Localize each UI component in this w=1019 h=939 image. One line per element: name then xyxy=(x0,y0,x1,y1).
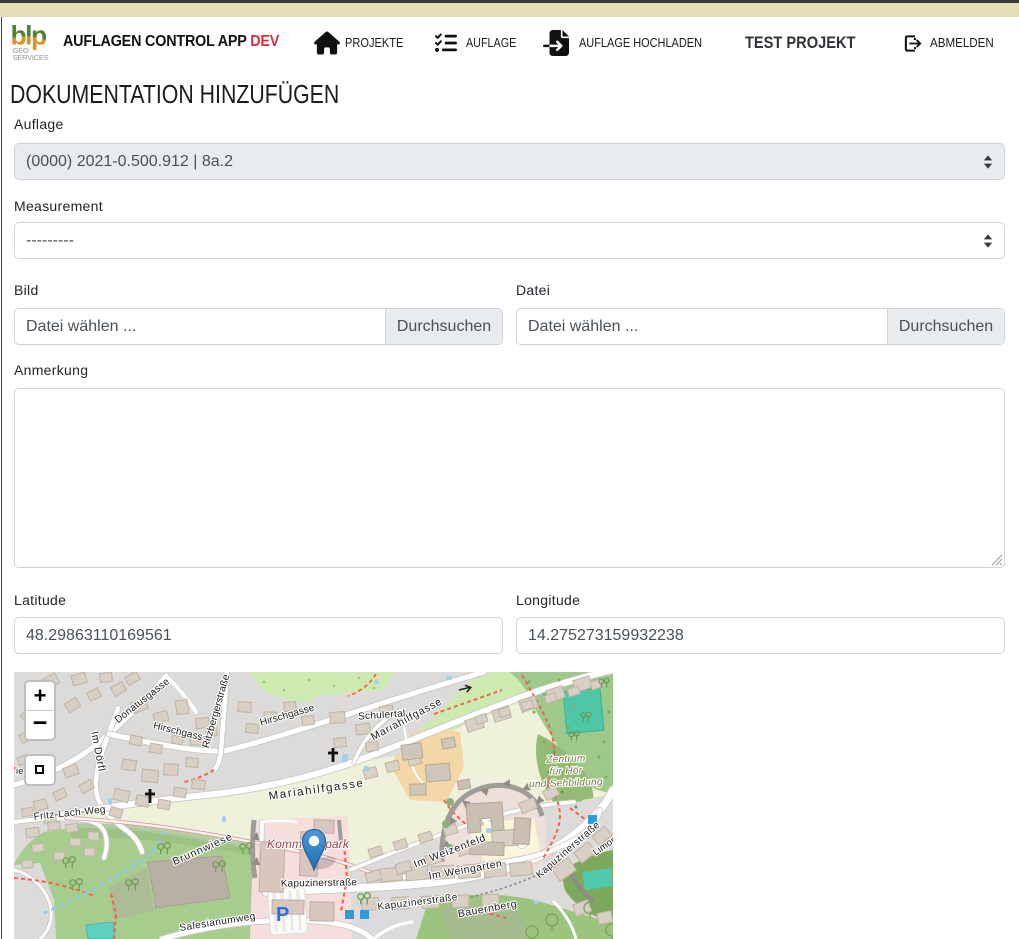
svg-text:SERVICES: SERVICES xyxy=(13,53,49,61)
svg-text:P: P xyxy=(276,904,289,926)
svg-text:für Hör: für Hör xyxy=(549,765,582,777)
svg-text:Kapuzinerstraße: Kapuzinerstraße xyxy=(281,877,358,889)
svg-text:Zentrum: Zentrum xyxy=(545,753,586,765)
